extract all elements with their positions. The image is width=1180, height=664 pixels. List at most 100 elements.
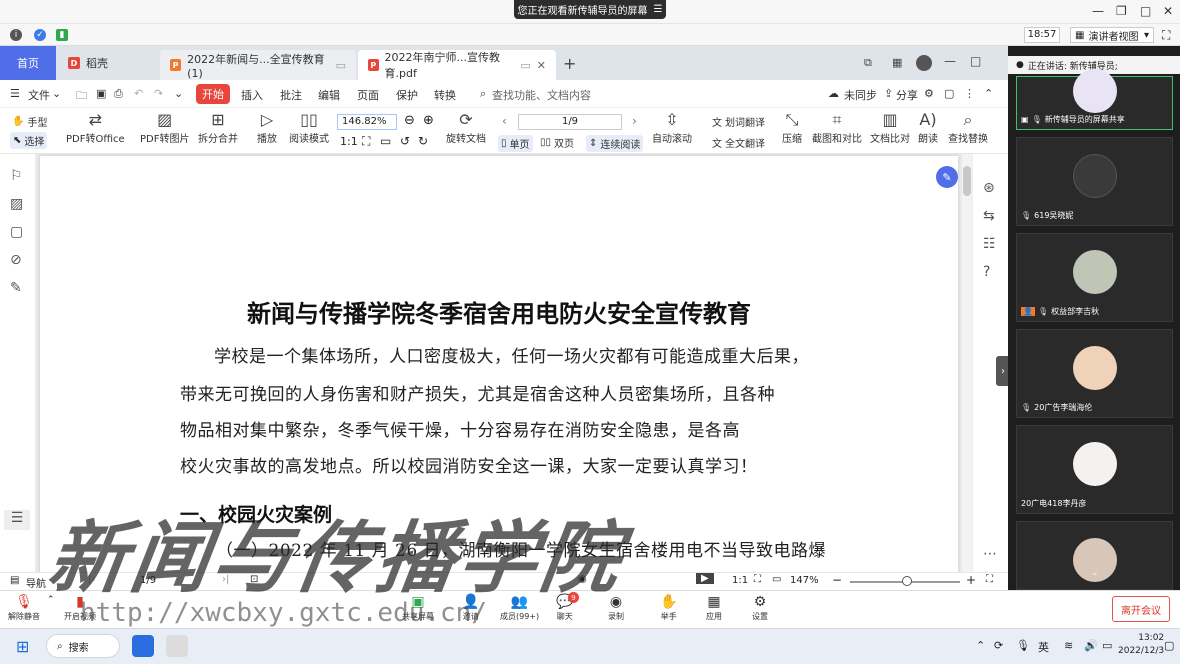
play-icon[interactable]: ▶ (696, 573, 714, 584)
ai-assistant-icon[interactable]: ✎ (936, 166, 958, 188)
actual-size-icon[interactable]: 1:1 (732, 575, 748, 586)
taskbar-search[interactable]: ⌕ 搜索 (46, 634, 120, 658)
rotate-right-icon[interactable]: ↻ (418, 134, 428, 148)
sync-icon[interactable]: ⟳ (994, 639, 1003, 652)
sign-icon[interactable]: ✎ (10, 280, 22, 296)
tab-home[interactable]: 首页 (0, 46, 56, 80)
maximize-icon[interactable]: □ (1140, 4, 1151, 18)
auto-scroll-button[interactable]: ⇳ 自动滚动 (652, 110, 692, 145)
menu-protect[interactable]: 保护 (396, 87, 418, 103)
record-button[interactable]: ◉ 录制 (608, 593, 624, 622)
share-button[interactable]: 分享 (896, 87, 918, 103)
share-screen-button[interactable]: ▣ 共享屏幕 (402, 593, 434, 622)
zoom-in-icon[interactable]: ⊕ (423, 113, 434, 128)
close-icon[interactable]: ✕ (1163, 4, 1173, 18)
fullscreen-icon[interactable]: ⛶ (1162, 28, 1170, 43)
restore-icon[interactable]: □ (970, 54, 981, 68)
menu-file[interactable]: 文件 (28, 87, 50, 103)
info-icon[interactable]: i (10, 29, 22, 41)
minimize-icon[interactable]: — (944, 54, 956, 68)
doc-compare-button[interactable]: ▥ 文档比对 (870, 110, 910, 145)
redo-icon[interactable]: ↷ (154, 87, 163, 100)
comment-icon[interactable]: ▢ (10, 224, 23, 240)
fit-page-icon[interactable]: ⛶ (754, 574, 761, 585)
video-button[interactable]: ▮ 开启视频 (64, 593, 96, 622)
mic-icon[interactable]: 🎙 (1016, 639, 1030, 652)
user-avatar[interactable] (916, 55, 932, 71)
fullscreen-icon[interactable]: ⛶ (986, 574, 993, 585)
fit-width-icon[interactable]: ▭ (380, 134, 391, 148)
participant-tile[interactable]: 🎙 619吴晓妮 (1016, 137, 1173, 226)
menu-icon[interactable]: ☰ (10, 87, 20, 100)
chevron-up-icon[interactable]: ⌃ (984, 87, 993, 100)
sync-status[interactable]: 未同步 (844, 87, 877, 103)
apps-button[interactable]: ▦ 应用 (706, 593, 722, 622)
help-icon[interactable]: ? (983, 264, 990, 280)
system-clock[interactable]: 13:02 2022/12/3 (1118, 632, 1164, 658)
thumbnail-icon[interactable]: ▨ (10, 196, 23, 212)
tab-document-1[interactable]: P 2022年新闻与...全宣传教育(1) ▭ (160, 50, 356, 80)
function-search-input[interactable]: 查找功能、文档内容 (492, 87, 591, 103)
more-icon[interactable]: ⋮ (964, 87, 975, 100)
translate-panel-icon[interactable]: ⇆ (983, 208, 995, 224)
hand-tool-button[interactable]: ✋ 手型 (12, 114, 47, 129)
signal-icon[interactable]: ▮ (56, 29, 68, 41)
chevron-down-icon[interactable]: ⌄ (1091, 568, 1099, 578)
full-translate-button[interactable]: 文全文翻译 (712, 135, 765, 150)
status-zoom-value[interactable]: 147% (790, 575, 819, 586)
wifi-icon[interactable]: ≋ (1064, 639, 1073, 652)
meeting-app-icon[interactable] (132, 635, 154, 657)
volume-icon[interactable]: 🔊 (1084, 639, 1098, 652)
rotate-document-button[interactable]: ⟳ 旋转文档 (446, 110, 486, 145)
shield-icon[interactable]: ✓ (34, 29, 46, 41)
rotate-left-icon[interactable]: ↺ (400, 134, 410, 148)
zoom-input[interactable]: 146.82% (337, 114, 397, 130)
pdf-to-office-button[interactable]: ⇄ PDF转Office (66, 110, 125, 145)
prev-page-icon[interactable]: ‹ (502, 114, 507, 128)
chevron-up-icon[interactable]: ⌃ (47, 595, 55, 605)
find-replace-button[interactable]: ⌕ 查找替换 (948, 110, 988, 145)
fit-page-icon[interactable]: ⛶ (362, 134, 370, 149)
participant-tile[interactable]: 20广电418李丹彦 (1016, 425, 1173, 514)
banner-menu-icon[interactable]: ☰ (654, 4, 663, 15)
participant-tile[interactable]: 🎙 20广告李瑞海伦 (1016, 329, 1173, 418)
scrollbar-thumb[interactable] (963, 166, 971, 196)
raise-hand-button[interactable]: ✋ 举手 (660, 593, 677, 622)
screenshot-compare-button[interactable]: ⌗ 截图和对比 (812, 110, 862, 145)
more-options-icon[interactable]: ⋯ (983, 546, 997, 562)
continuous-read-button[interactable]: ⇕ 连续阅读 (586, 135, 644, 152)
single-page-button[interactable]: ▯ 单页 (498, 135, 533, 152)
navigation-toggle[interactable]: 导航 (26, 575, 46, 590)
minimize-icon[interactable]: — (1092, 4, 1104, 18)
status-page-number[interactable]: 1/9 (140, 575, 156, 586)
folder-icon[interactable]: 🗀 (76, 87, 87, 106)
read-aloud-button[interactable]: A) 朗读 (918, 110, 938, 145)
menu-convert[interactable]: 转换 (434, 87, 456, 103)
read-mode-button[interactable]: ▯▯ 阅读模式 (289, 110, 329, 145)
ime-indicator[interactable]: 英 (1038, 639, 1049, 655)
grid-icon[interactable]: ▦ (892, 56, 902, 69)
eye-icon[interactable]: ◉ (578, 574, 587, 585)
last-page-icon[interactable]: ›| (222, 574, 229, 585)
settings-button[interactable]: ⚙ 设置 (752, 593, 768, 622)
view-mode-select[interactable]: ▦ 演讲者视图 ▾ (1070, 27, 1154, 43)
properties-icon[interactable]: ☷ (983, 236, 996, 252)
play-button[interactable]: ▷ 播放 (257, 110, 277, 145)
tab-pdf-document[interactable]: P 2022年南宁师...宣传教育.pdf ▭ ✕ (358, 50, 556, 80)
menu-start[interactable]: 开始 (196, 84, 230, 104)
members-button[interactable]: 👥 成员(99+) (500, 593, 539, 622)
windows-start-icon[interactable]: ⊞ (16, 637, 29, 656)
menu-page[interactable]: 页面 (357, 87, 379, 103)
collapse-panel-icon[interactable]: › (996, 356, 1008, 386)
menu-edit[interactable]: 编辑 (318, 87, 340, 103)
zoom-in-icon[interactable]: + (966, 573, 976, 587)
word-translate-button[interactable]: 文划词翻译 (712, 114, 765, 129)
document-view[interactable]: 新闻与传播学院冬季宿舍用电防火安全宣传教育 学校是一个集体场所，人口密度极大，任… (36, 154, 972, 576)
restore-icon[interactable]: ❐ (1116, 4, 1127, 18)
chevron-down-icon[interactable]: ⌄ (174, 87, 183, 100)
zoom-slider-handle[interactable] (902, 576, 912, 586)
tab-close-icon[interactable]: ✕ (537, 59, 546, 72)
comment-icon[interactable]: ▢ (944, 87, 954, 100)
zoom-out-icon[interactable]: − (832, 573, 842, 587)
vertical-scrollbar[interactable] (962, 154, 972, 572)
